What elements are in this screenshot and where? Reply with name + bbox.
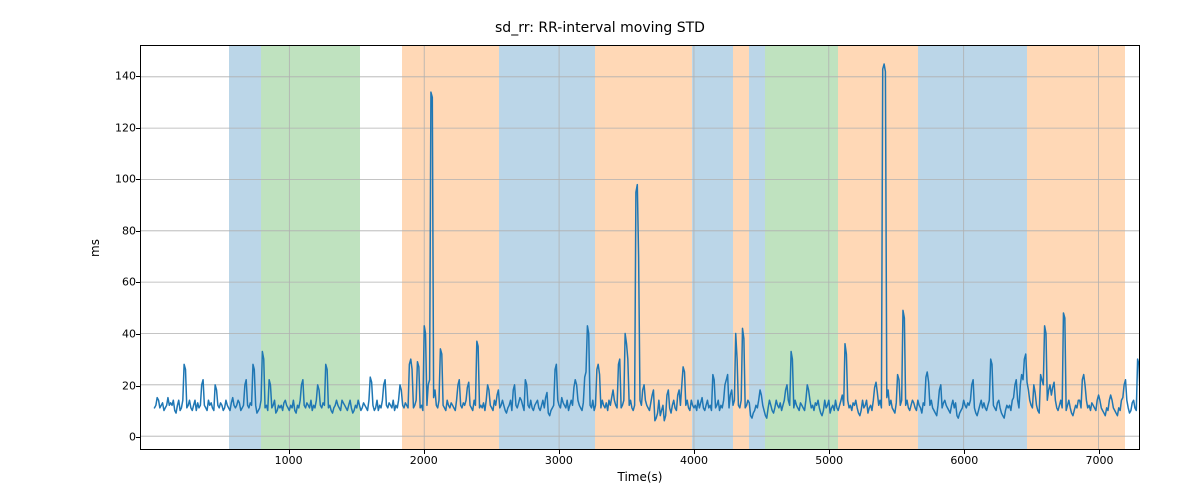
y-tick-label: 60 bbox=[96, 276, 136, 289]
plot-area bbox=[140, 45, 1140, 450]
figure: sd_rr: RR-interval moving STD ms Time(s)… bbox=[0, 0, 1200, 500]
y-tick-label: 80 bbox=[96, 224, 136, 237]
x-tick-label: 3000 bbox=[545, 454, 573, 467]
line-series bbox=[154, 64, 1139, 421]
x-tick-label: 4000 bbox=[680, 454, 708, 467]
y-tick-label: 0 bbox=[96, 431, 136, 444]
x-tick-label: 6000 bbox=[950, 454, 978, 467]
x-tick-label: 5000 bbox=[815, 454, 843, 467]
chart-title: sd_rr: RR-interval moving STD bbox=[0, 20, 1200, 36]
plot-svg bbox=[141, 46, 1139, 449]
y-tick-label: 120 bbox=[96, 121, 136, 134]
x-axis-label: Time(s) bbox=[140, 470, 1140, 484]
y-tick-label: 100 bbox=[96, 173, 136, 186]
x-tick-label: 7000 bbox=[1085, 454, 1113, 467]
x-tick-label: 2000 bbox=[410, 454, 438, 467]
x-tick-label: 1000 bbox=[275, 454, 303, 467]
y-tick-label: 140 bbox=[96, 69, 136, 82]
y-tick-label: 20 bbox=[96, 379, 136, 392]
y-tick-label: 40 bbox=[96, 327, 136, 340]
